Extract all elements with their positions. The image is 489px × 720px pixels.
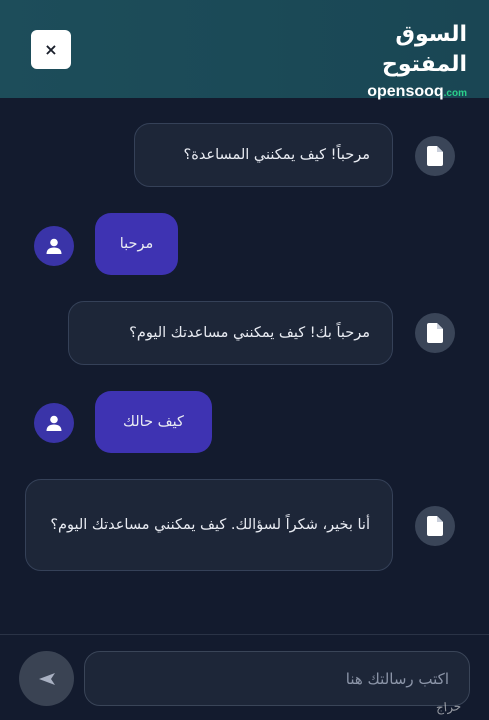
user-message-text: مرحبا xyxy=(119,236,154,252)
user-icon xyxy=(46,238,62,254)
bot-message-text: مرحباً بك! كيف يمكنني مساعدتك اليوم؟ xyxy=(129,325,370,341)
message-input-placeholder: اكتب رسالتك هنا xyxy=(345,669,449,688)
user-message-text: كيف حالك xyxy=(123,414,184,430)
bot-avatar xyxy=(415,136,455,176)
send-icon xyxy=(38,672,55,685)
message-composer: اكتب رسالتك هنا xyxy=(0,634,489,720)
document-icon xyxy=(427,516,443,536)
send-button[interactable] xyxy=(19,651,74,706)
document-icon xyxy=(427,146,443,166)
logo-arabic: السوق المفتوح xyxy=(381,22,468,77)
user-icon xyxy=(46,415,62,431)
document-icon xyxy=(427,323,443,343)
bot-message: مرحباً بك! كيف يمكنني مساعدتك اليوم؟ xyxy=(68,301,393,365)
bot-message: أنا بخير، شكراً لسؤالك. كيف يمكنني مساعد… xyxy=(25,479,393,571)
bot-message: مرحباً! كيف يمكنني المساعدة؟ xyxy=(134,123,393,187)
chat-header: × السوق المفتوح opensooq.com xyxy=(0,0,489,100)
close-icon: × xyxy=(44,40,58,59)
watermark: حراج xyxy=(435,699,462,715)
bot-avatar xyxy=(415,506,455,546)
close-button[interactable]: × xyxy=(31,30,71,69)
message-list: مرحباً! كيف يمكنني المساعدة؟ مرحبا مرحبا… xyxy=(0,98,489,634)
user-message: كيف حالك xyxy=(95,391,212,453)
bot-message-text: مرحباً! كيف يمكنني المساعدة؟ xyxy=(183,147,370,163)
logo: السوق المفتوح opensooq.com xyxy=(317,20,468,100)
user-message: مرحبا xyxy=(95,213,178,275)
bot-message-text: أنا بخير، شكراً لسؤالك. كيف يمكنني مساعد… xyxy=(50,517,370,533)
bot-avatar xyxy=(415,313,455,353)
message-input[interactable]: اكتب رسالتك هنا xyxy=(84,651,470,706)
user-avatar xyxy=(34,226,74,266)
user-avatar xyxy=(34,403,74,443)
